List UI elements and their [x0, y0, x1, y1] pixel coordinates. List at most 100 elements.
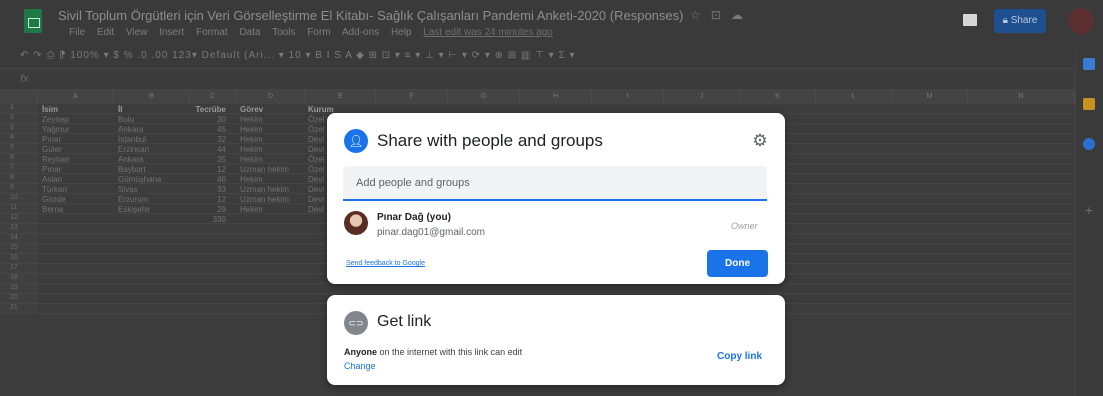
toolbar-controls[interactable]: ↶ ↷ ⎙ ⁋ 100% ▾ $ % .0 .00 123▾ Default (…	[20, 50, 575, 61]
table-cell[interactable]: Pınar	[42, 165, 61, 174]
table-cell[interactable]: Devl	[308, 175, 324, 184]
table-cell[interactable]: Devl	[308, 145, 324, 154]
table-cell[interactable]: 44	[190, 145, 226, 154]
table-cell[interactable]: Bayburt	[118, 165, 146, 174]
row-number[interactable]: 11	[0, 204, 38, 214]
row-number[interactable]: 6	[0, 154, 38, 164]
column-header-b[interactable]: B	[114, 90, 190, 104]
table-cell[interactable]: Reyhan	[42, 155, 70, 164]
table-cell[interactable]: Eskişehir	[118, 205, 150, 214]
row-number[interactable]: 19	[0, 284, 38, 294]
table-cell[interactable]: Devl	[308, 135, 324, 144]
row-number[interactable]: 16	[0, 254, 38, 264]
table-cell[interactable]: Görev	[240, 105, 263, 114]
table-cell[interactable]: Devl	[308, 195, 324, 204]
table-cell[interactable]: Zeynep	[42, 115, 69, 124]
table-cell[interactable]: Uzman hekim	[240, 165, 289, 174]
column-header-h[interactable]: H	[520, 90, 592, 104]
row-number[interactable]: 21	[0, 304, 38, 314]
table-cell[interactable]: İstanbul	[118, 135, 146, 144]
share-button[interactable]: 🔒︎ Share	[994, 9, 1046, 33]
gear-icon[interactable]: ⚙	[749, 130, 771, 152]
done-button[interactable]: Done	[707, 250, 768, 277]
row-number[interactable]: 20	[0, 294, 38, 304]
table-cell[interactable]: Sivas	[118, 185, 138, 194]
copy-link-button[interactable]: Copy link	[717, 351, 762, 362]
table-cell[interactable]: Ankara	[118, 155, 143, 164]
table-cell[interactable]: Devl	[308, 205, 324, 214]
row-number[interactable]: 4	[0, 134, 38, 144]
last-edit-link[interactable]: Last edit was 24 minutes ago	[423, 27, 553, 38]
table-cell[interactable]: Aslan	[42, 175, 62, 184]
row-number[interactable]: 3	[0, 124, 38, 134]
column-header-f[interactable]: F	[376, 90, 448, 104]
table-cell[interactable]: Erzincan	[118, 145, 149, 154]
change-link-button[interactable]: Change	[344, 361, 376, 371]
table-cell[interactable]: Özel	[308, 115, 324, 124]
table-cell[interactable]: Hekim	[240, 115, 263, 124]
row-number[interactable]: 9	[0, 184, 38, 194]
table-cell[interactable]: Hekim	[240, 155, 263, 164]
table-cell[interactable]: Tecrübe	[190, 105, 226, 114]
row-number[interactable]: 1	[0, 104, 38, 114]
table-cell[interactable]: 330	[190, 215, 226, 224]
table-cell[interactable]: 29	[190, 205, 226, 214]
row-number[interactable]: 15	[0, 244, 38, 254]
menu-addons[interactable]: Add-ons	[342, 27, 379, 38]
row-number[interactable]: 18	[0, 274, 38, 284]
table-cell[interactable]: Erzurum	[118, 195, 148, 204]
table-cell[interactable]: İl	[118, 105, 122, 114]
table-cell[interactable]: Gözde	[42, 195, 66, 204]
star-icon[interactable]: ☆	[690, 8, 711, 22]
row-number[interactable]: 5	[0, 144, 38, 154]
menu-view[interactable]: View	[126, 27, 148, 38]
table-cell[interactable]: Gümüşhane	[118, 175, 162, 184]
table-cell[interactable]: Hekim	[240, 175, 263, 184]
column-header-n[interactable]: N	[968, 90, 1075, 104]
table-cell[interactable]: 12	[190, 195, 226, 204]
menu-format[interactable]: Format	[196, 27, 228, 38]
table-cell[interactable]: Bolu	[118, 115, 134, 124]
table-cell[interactable]: Türkan	[42, 185, 67, 194]
account-avatar[interactable]	[1068, 8, 1094, 34]
menu-file[interactable]: File	[69, 27, 85, 38]
row-number[interactable]: 12	[0, 214, 38, 224]
table-cell[interactable]: 33	[190, 185, 226, 194]
row-number[interactable]: 2	[0, 114, 38, 124]
add-people-input[interactable]: Add people and groups	[343, 166, 767, 201]
comment-icon[interactable]	[963, 14, 977, 26]
tasks-icon[interactable]	[1083, 138, 1095, 150]
table-cell[interactable]: Yağmur	[42, 125, 69, 134]
table-cell[interactable]: 30	[190, 115, 226, 124]
get-link-dialog[interactable]: ⊂⊃ Get link Anyone on the internet with …	[327, 295, 785, 385]
column-header-j[interactable]: J	[664, 90, 740, 104]
table-cell[interactable]: Özel	[308, 155, 324, 164]
table-cell[interactable]: Hekim	[240, 145, 263, 154]
table-cell[interactable]: 45	[190, 125, 226, 134]
row-number[interactable]: 8	[0, 174, 38, 184]
menu-data[interactable]: Data	[239, 27, 260, 38]
table-cell[interactable]: Güler	[42, 145, 62, 154]
menu-edit[interactable]: Edit	[97, 27, 114, 38]
table-cell[interactable]: Özel	[308, 125, 324, 134]
table-cell[interactable]: Devl	[308, 185, 324, 194]
calendar-icon[interactable]	[1083, 58, 1095, 70]
table-cell[interactable]: Kurum	[308, 105, 334, 114]
send-feedback-link[interactable]: Send feedback to Google	[346, 260, 425, 267]
column-header-l[interactable]: L	[816, 90, 892, 104]
table-cell[interactable]: Pınar	[42, 135, 61, 144]
row-number[interactable]: 14	[0, 234, 38, 244]
column-header-c[interactable]: C	[190, 90, 236, 104]
table-cell[interactable]: Uzman hekim	[240, 195, 289, 204]
row-number[interactable]: 7	[0, 164, 38, 174]
column-header-i[interactable]: I	[592, 90, 664, 104]
table-cell[interactable]: 32	[190, 135, 226, 144]
sheets-logo-icon[interactable]	[24, 9, 42, 33]
menu-insert[interactable]: Insert	[159, 27, 184, 38]
menu-tools[interactable]: Tools	[272, 27, 295, 38]
corner-cell[interactable]	[0, 90, 38, 104]
row-number[interactable]: 17	[0, 264, 38, 274]
menu-form[interactable]: Form	[307, 27, 330, 38]
column-header-k[interactable]: K	[740, 90, 816, 104]
table-cell[interactable]: Hekim	[240, 135, 263, 144]
